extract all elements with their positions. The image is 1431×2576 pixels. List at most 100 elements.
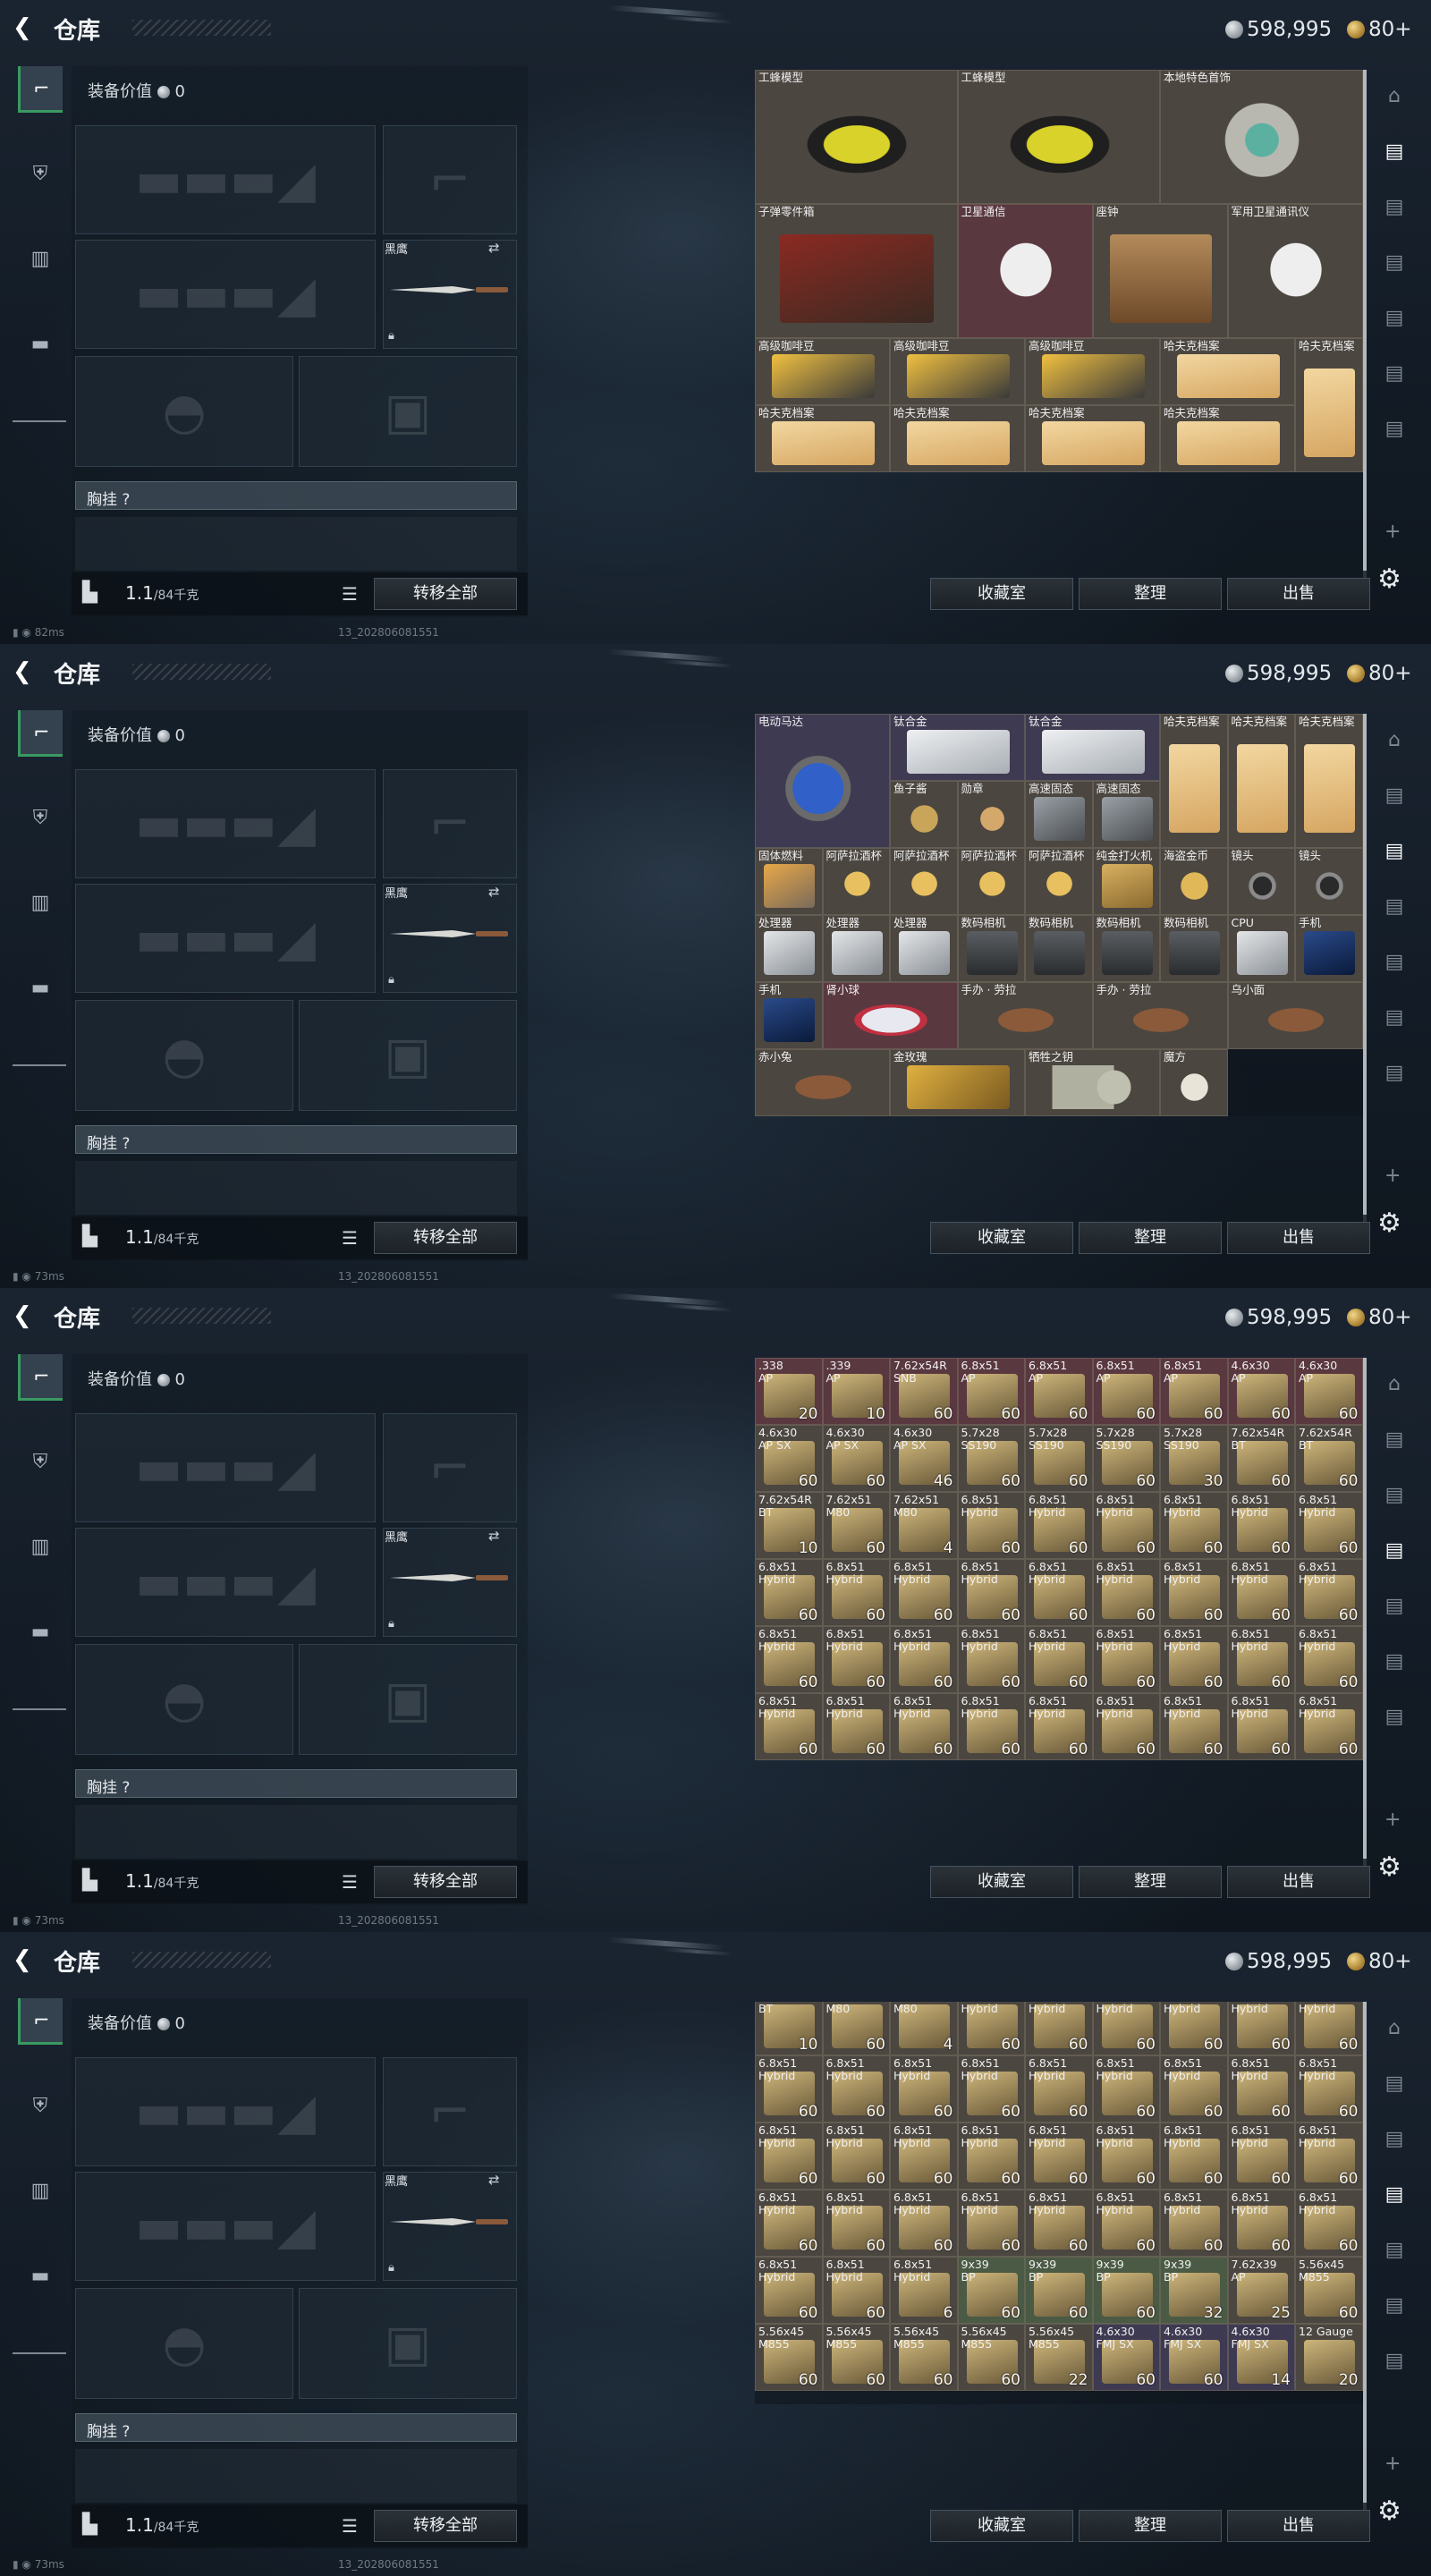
tab-home-icon[interactable]: ⌂ [1374, 1367, 1415, 1402]
swap-icon[interactable]: ⇄ [488, 884, 500, 900]
tab-stash-icon[interactable]: ▤ [1374, 1478, 1415, 1513]
stash-item[interactable]: 座钟 [1092, 204, 1228, 338]
stash-item[interactable]: 6.8x51 AP 60 [957, 1358, 1025, 1425]
tab-stash-icon[interactable]: ▤ [1374, 1000, 1415, 1036]
stash-item[interactable]: 6.8x51 Hybrid 6 [890, 2257, 958, 2324]
stash-item[interactable]: 6.8x51Hybrid60 [890, 1559, 958, 1626]
stash-item[interactable]: 4.6x30 FMJ SX 60 [1092, 2324, 1160, 2391]
tab-stash-icon[interactable]: ▤ [1374, 2288, 1415, 2324]
gear-icon[interactable]: ⚙ [1377, 564, 1401, 595]
stash-item[interactable]: 哈夫克档案 [1160, 405, 1295, 472]
stash-item[interactable]: 阿萨拉酒杯 [822, 848, 890, 915]
stash-item[interactable]: 5.7x28 SS190 60 [1025, 1425, 1093, 1492]
stash-item[interactable]: 纯金打火机 [1092, 848, 1160, 915]
stash-item[interactable]: 6.8x51Hybrid60 [755, 2055, 823, 2123]
stash-item[interactable]: 6.8x51Hybrid60 [822, 1693, 890, 1760]
primary-weapon-slot[interactable]: ▬▬▬◢ [75, 125, 376, 234]
tab-backpack-icon[interactable]: ▥ [18, 1524, 63, 1571]
stash-item[interactable]: 6.8x51Hybrid60 [1295, 2055, 1363, 2123]
tab-shield-icon[interactable]: ⛨ [18, 1439, 63, 1486]
stash-item[interactable]: 5.56x45 M855 22 [1025, 2324, 1093, 2391]
sell-button[interactable]: 出售 [1227, 2510, 1370, 2542]
stash-item[interactable]: 6.8x51Hybrid60 [1160, 1693, 1228, 1760]
tab-gun-icon[interactable]: ⌐ [18, 1998, 63, 2045]
stash-item[interactable]: .338 AP 20 [755, 1358, 823, 1425]
tab-home-icon[interactable]: ⌂ [1374, 2011, 1415, 2046]
helmet-slot[interactable]: ◓ [75, 1644, 293, 1755]
primary-weapon-slot[interactable]: ▬▬▬◢ [75, 2057, 376, 2166]
stash-item[interactable]: 电动马达 [755, 714, 890, 848]
stash-item[interactable]: 7.62x54RBT 10 [755, 1492, 823, 1559]
list-icon[interactable]: ☰ [342, 583, 358, 605]
sell-button[interactable]: 出售 [1227, 578, 1370, 610]
stash-item[interactable]: 7.62x51M80 60 [822, 1492, 890, 1559]
stash-item[interactable]: 6.8x51Hybrid60 [1025, 2055, 1093, 2123]
stash-item[interactable]: 6.8x51Hybrid60 [822, 1559, 890, 1626]
stash-item[interactable]: 6.8x51Hybrid60 [822, 2123, 890, 2190]
stash-item[interactable]: 7.62x54R SNB 60 [890, 1358, 958, 1425]
tab-stash-icon[interactable]: ▤ [1374, 1533, 1415, 1569]
sell-button[interactable]: 出售 [1227, 1222, 1370, 1254]
tab-stash-icon[interactable]: ▤ [1374, 834, 1415, 869]
armor-slot[interactable]: ▣ [299, 356, 517, 467]
stash-item[interactable]: 6.8x51Hybrid60 [957, 1492, 1025, 1559]
chest-rig-slot[interactable] [75, 1805, 517, 1859]
stash-item[interactable]: 6.8x51 AP 60 [1160, 1358, 1228, 1425]
stash-item[interactable]: 金玫瑰 [890, 1049, 1025, 1116]
collection-button[interactable]: 收藏室 [930, 1222, 1073, 1254]
gold-currency[interactable]: 80+ [1343, 661, 1412, 685]
stash-item[interactable]: 6.8x51Hybrid60 [755, 2190, 823, 2257]
stash-item[interactable]: 6.8x51Hybrid60 [822, 1626, 890, 1693]
tab-briefcase-icon[interactable]: ▬ [18, 2253, 63, 2300]
stash-item[interactable]: 6.8x51Hybrid60 [755, 1626, 823, 1693]
stash-item[interactable]: 9x39 BP 60 [957, 2257, 1025, 2324]
stash-item[interactable]: 4.6x30 FMJ SX 60 [1160, 2324, 1228, 2391]
stash-item[interactable]: 7.62x51M80 4 [890, 1492, 958, 1559]
stash-item[interactable]: 勋章 [957, 781, 1025, 848]
stash-item[interactable]: 数码相机 [1160, 915, 1228, 982]
primary-weapon-slot[interactable]: ▬▬▬◢ [75, 1413, 376, 1522]
gear-icon[interactable]: ⚙ [1377, 1208, 1401, 1239]
stash-item[interactable]: 12 Gauge 20 [1295, 2324, 1363, 2391]
stash-item[interactable]: 6.8x51Hybrid60 [822, 2190, 890, 2257]
primary-weapon-slot[interactable]: ▬▬▬◢ [75, 769, 376, 878]
stash-item[interactable]: 6.8x51Hybrid60 [1092, 2123, 1160, 2190]
stash-item[interactable]: 阿萨拉酒杯 [890, 848, 958, 915]
stash-item[interactable]: 6.8x51Hybrid60 [755, 1559, 823, 1626]
tab-stash-icon[interactable]: ▤ [1374, 1055, 1415, 1091]
stash-item[interactable]: 工蜂模型 [755, 70, 958, 204]
collection-button[interactable]: 收藏室 [930, 1866, 1073, 1898]
tab-home-icon[interactable]: ⌂ [1374, 723, 1415, 758]
list-icon[interactable]: ☰ [342, 1227, 358, 1249]
stash-item[interactable]: 处理器 [822, 915, 890, 982]
secondary-weapon-slot[interactable]: ⌐ [383, 2057, 517, 2166]
stash-item[interactable]: 肾小球 [822, 982, 958, 1049]
tab-gun-icon[interactable]: ⌐ [18, 1354, 63, 1401]
stash-item[interactable]: 手办 · 劳拉 [1092, 982, 1228, 1049]
stash-item[interactable]: 6.8x51Hybrid60 [1160, 1559, 1228, 1626]
stash-item[interactable]: CPU [1227, 915, 1295, 982]
stash-item[interactable]: 哈夫克档案 [1227, 714, 1295, 848]
tab-stash-icon[interactable]: ▤ [1374, 134, 1415, 170]
tab-home-icon[interactable]: ⌂ [1374, 79, 1415, 114]
stash-item[interactable]: 数码相机 [1025, 915, 1093, 982]
stash-item[interactable]: 6.8x51Hybrid60 [1227, 2190, 1295, 2257]
stash-item[interactable]: 6.8x51Hybrid60 [1295, 1559, 1363, 1626]
stash-item[interactable]: 6.8x51Hybrid60 [1295, 2123, 1363, 2190]
armor-slot[interactable]: ▣ [299, 1644, 517, 1755]
tab-stash-icon[interactable]: ▤ [1374, 356, 1415, 392]
tab-stash-icon[interactable]: ▤ [1374, 1589, 1415, 1624]
stash-item[interactable]: 6.8x51Hybrid60 [1160, 2002, 1228, 2055]
stash-item[interactable]: 4.6x30 AP 60 [1227, 1358, 1295, 1425]
primary-weapon-slot-2[interactable]: ▬▬▬◢ [75, 2172, 376, 2281]
tab-shield-icon[interactable]: ⛨ [18, 2083, 63, 2130]
stash-item[interactable]: 9x39 BP 60 [1092, 2257, 1160, 2324]
stash-item[interactable]: 阿萨拉酒杯 [1025, 848, 1093, 915]
gear-icon[interactable]: ⚙ [1377, 2496, 1401, 2527]
secondary-weapon-slot[interactable]: ⌐ [383, 769, 517, 878]
stash-scrollbar[interactable] [1363, 714, 1367, 1247]
stash-item[interactable]: 6.8x51Hybrid60 [957, 1693, 1025, 1760]
sort-button[interactable]: 整理 [1079, 578, 1222, 610]
stash-item[interactable]: 4.6x30 FMJ SX 14 [1227, 2324, 1295, 2391]
stash-scrollbar[interactable] [1363, 70, 1367, 603]
